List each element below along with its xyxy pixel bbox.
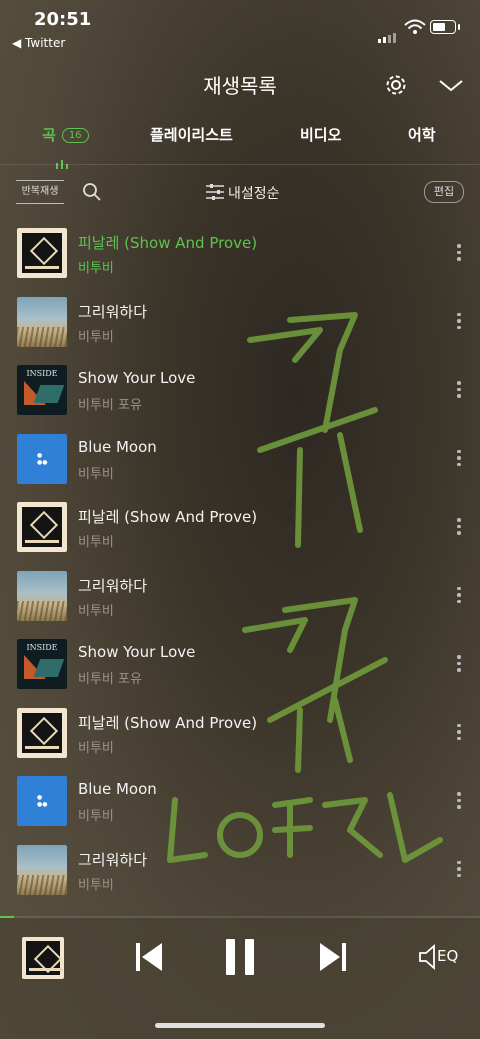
search-icon[interactable] bbox=[82, 182, 102, 202]
song-title: Show Your Love bbox=[78, 369, 196, 387]
next-icon[interactable] bbox=[318, 940, 348, 974]
more-icon[interactable] bbox=[456, 792, 462, 810]
song-title: Blue Moon bbox=[78, 780, 157, 798]
eq-icon bbox=[419, 944, 435, 970]
album-art bbox=[17, 228, 67, 278]
tab-songs-label: 곡 bbox=[42, 126, 56, 144]
song-artist: 비투비 bbox=[78, 740, 114, 756]
song-row[interactable]: ● ●● Blue Moon 비투비 bbox=[0, 430, 480, 499]
album-art-text: INSIDE bbox=[26, 369, 58, 378]
cellular-signal-icon bbox=[378, 24, 398, 43]
song-row[interactable]: 피날레 (Show And Prove) 비투비 bbox=[0, 704, 480, 773]
more-icon[interactable] bbox=[456, 244, 462, 262]
song-count-badge: 16 bbox=[61, 128, 89, 143]
song-row[interactable]: 피날레 (Show And Prove) 비투비 bbox=[0, 224, 480, 293]
status-time: 20:51 bbox=[34, 9, 92, 30]
tab-videos[interactable]: 비디오 bbox=[300, 124, 341, 145]
song-title: 그리워하다 bbox=[78, 850, 148, 869]
chevron-down-icon[interactable] bbox=[438, 76, 464, 94]
gear-icon[interactable] bbox=[383, 72, 409, 98]
song-artist: 비투비 bbox=[78, 535, 114, 550]
song-title: 피날레 (Show And Prove) bbox=[78, 234, 258, 252]
song-artist: 비투비 bbox=[78, 329, 114, 345]
song-row[interactable]: 그리워하다비투비 bbox=[0, 567, 480, 636]
tab-songs[interactable]: 곡 16 bbox=[42, 124, 89, 145]
album-art bbox=[17, 844, 67, 895]
album-art bbox=[17, 570, 67, 621]
song-title: Blue Moon bbox=[78, 437, 157, 456]
song-artist: 비투비 bbox=[78, 466, 114, 482]
album-art-text: INSIDE bbox=[26, 643, 58, 652]
more-icon[interactable] bbox=[456, 449, 462, 468]
song-title: 그리워하다 bbox=[78, 302, 148, 321]
back-to-twitter-link[interactable]: ◀ Twitter bbox=[12, 36, 65, 50]
song-row[interactable]: 피날레 (Show And Prove) 비투비 bbox=[0, 498, 480, 567]
song-artist: 비투비 bbox=[78, 261, 114, 276]
album-art: INSIDE bbox=[17, 365, 67, 415]
more-icon[interactable] bbox=[456, 723, 462, 742]
song-list: 피날레 (Show And Prove) 비투비 그리워하다 비투비 INSIDE Sho… bbox=[0, 224, 480, 916]
now-playing-indicator-icon bbox=[56, 150, 71, 169]
more-icon[interactable] bbox=[456, 518, 462, 536]
eq-label: EQ bbox=[437, 947, 459, 965]
song-row[interactable]: INSIDE Show Your Love 비투비 포유 bbox=[0, 635, 480, 704]
album-art bbox=[17, 707, 67, 758]
more-icon[interactable] bbox=[456, 586, 462, 605]
more-icon[interactable] bbox=[456, 312, 462, 331]
song-artist: 비투비 포유 bbox=[78, 672, 142, 687]
home-indicator[interactable] bbox=[155, 1023, 325, 1028]
song-row[interactable]: ● ●● Blue Moon 비투비 bbox=[0, 772, 480, 841]
song-artist: 비투비 bbox=[78, 877, 114, 893]
song-title: 그리워하다 bbox=[78, 576, 148, 595]
eq-button[interactable]: EQ bbox=[418, 943, 462, 971]
song-row[interactable]: 그리워하다비투비 bbox=[0, 841, 480, 910]
tab-playlists[interactable]: 플레이리스트 bbox=[150, 124, 233, 145]
song-artist: 비투비 bbox=[78, 809, 114, 824]
more-icon[interactable] bbox=[456, 860, 462, 879]
wifi-icon bbox=[404, 19, 426, 34]
album-art bbox=[17, 296, 67, 347]
more-icon[interactable] bbox=[456, 655, 462, 673]
song-row[interactable]: INSIDE Show Your Love 비투비 포유 bbox=[0, 361, 480, 430]
previous-icon[interactable] bbox=[134, 940, 164, 974]
album-art: ● ●● bbox=[17, 776, 67, 826]
album-art: INSIDE bbox=[17, 639, 67, 689]
song-artist: 비투비 포유 bbox=[78, 398, 142, 413]
pause-icon[interactable] bbox=[223, 938, 257, 976]
now-playing-album-art[interactable] bbox=[22, 937, 64, 979]
repeat-button[interactable]: 반복재생 bbox=[16, 180, 64, 204]
edit-button[interactable]: 편집 bbox=[424, 181, 464, 203]
album-art: ● ●● bbox=[17, 433, 67, 484]
album-art bbox=[17, 502, 67, 552]
song-title: Show Your Love bbox=[78, 643, 196, 661]
song-title: 피날레 (Show And Prove) bbox=[78, 508, 258, 526]
tab-language[interactable]: 어학 bbox=[408, 124, 436, 145]
song-artist: 비투비 bbox=[78, 603, 114, 619]
song-row[interactable]: 그리워하다비투비 bbox=[0, 293, 480, 362]
song-title: 피날레 (Show And Prove) bbox=[78, 713, 258, 732]
player-bar bbox=[0, 918, 480, 1039]
sort-order-label[interactable]: 내설정순 bbox=[228, 183, 280, 203]
sort-icon[interactable] bbox=[205, 183, 225, 201]
more-icon[interactable] bbox=[456, 381, 462, 399]
tab-divider bbox=[0, 164, 480, 165]
battery-icon bbox=[430, 20, 460, 34]
